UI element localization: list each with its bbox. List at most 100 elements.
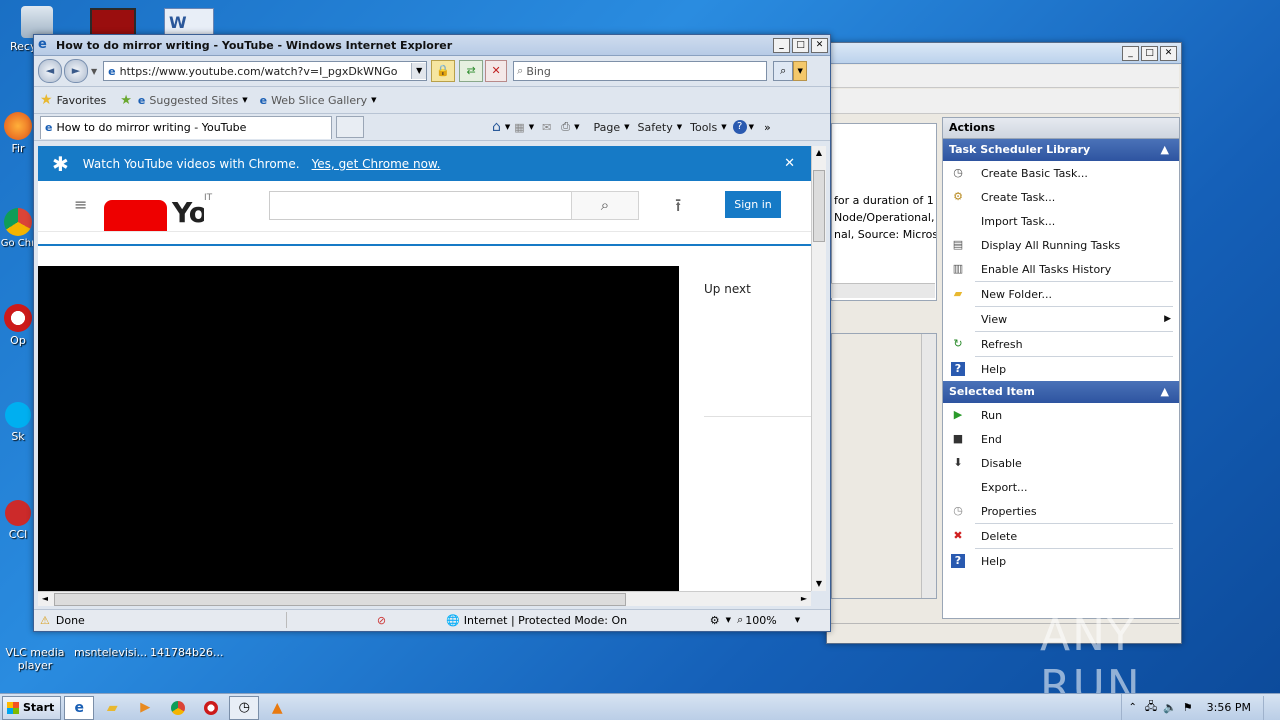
action-import-task[interactable]: Import Task... xyxy=(943,209,1179,233)
zoom-level[interactable]: 100% xyxy=(745,614,776,627)
taskbar-explorer[interactable]: ▰ xyxy=(97,696,127,720)
taskbar-opera[interactable] xyxy=(196,696,226,720)
search-button[interactable]: ⌕ xyxy=(773,61,794,81)
action-help[interactable]: ? Help xyxy=(943,549,1179,573)
action-properties[interactable]: ◷ Properties xyxy=(943,499,1179,523)
maximize-button[interactable]: □ xyxy=(792,37,809,53)
new-tab-button[interactable] xyxy=(336,116,364,138)
tools-menu[interactable]: Tools xyxy=(686,121,721,134)
maximize-button[interactable]: □ xyxy=(1141,45,1158,61)
add-favorite-icon[interactable]: ★ xyxy=(120,93,132,108)
address-dropdown-icon[interactable]: ▼ xyxy=(411,63,427,79)
mail-icon[interactable]: ✉ xyxy=(542,121,551,134)
taskbar-task-scheduler[interactable]: ◷ xyxy=(229,695,260,720)
clock-time[interactable]: 3:56 PM xyxy=(1207,701,1251,714)
address-bar[interactable]: e https://www.youtube.com/watch?v=I_pgxD… xyxy=(103,61,428,81)
action-new-folder[interactable]: ▰ New Folder... xyxy=(943,282,1179,306)
action-enable-all-tasks-history[interactable]: ▥ Enable All Tasks History xyxy=(943,257,1179,281)
scroll-thumb[interactable] xyxy=(813,170,825,242)
home-icon[interactable]: ⌂ xyxy=(492,119,501,135)
more-chevron-icon[interactable]: » xyxy=(764,121,771,134)
horizontal-scrollbar[interactable] xyxy=(831,283,935,298)
search-button[interactable]: ⌕ xyxy=(571,191,639,220)
scroll-thumb[interactable] xyxy=(54,593,626,606)
safety-menu[interactable]: Safety xyxy=(634,121,677,134)
web-slice-gallery-link[interactable]: Web Slice Gallery xyxy=(267,94,371,107)
action-display-all-running-tasks[interactable]: ▤ Display All Running Tasks xyxy=(943,233,1179,257)
minimize-button[interactable]: _ xyxy=(773,37,790,53)
search-options-icon[interactable]: ▼ xyxy=(793,61,808,81)
scroll-down-arrow[interactable]: ▼ xyxy=(812,577,826,591)
close-button[interactable]: ✕ xyxy=(811,37,828,53)
taskbar-media-player[interactable]: ▶ xyxy=(130,696,160,720)
menu-icon[interactable]: ≡ xyxy=(74,195,87,214)
desktop-icon-chrome[interactable]: Go Chr xyxy=(0,208,36,250)
privacy-icon[interactable]: ⊘ xyxy=(377,614,386,627)
tab-active[interactable]: e How to do mirror writing - YouTube xyxy=(40,115,332,139)
vertical-scrollbar[interactable] xyxy=(921,334,936,598)
chevron-down-icon[interactable]: ▼ xyxy=(529,123,534,131)
action-help[interactable]: ? Help xyxy=(943,357,1179,381)
network-icon[interactable]: 🖧 xyxy=(1145,698,1157,717)
chevron-down-icon[interactable]: ▼ xyxy=(91,67,97,76)
video-player[interactable] xyxy=(38,266,679,591)
chevron-down-icon[interactable]: ▼ xyxy=(795,616,800,624)
chevron-down-icon[interactable]: ▼ xyxy=(371,96,376,104)
search-input[interactable] xyxy=(269,191,573,220)
action-end[interactable]: ■ End xyxy=(943,427,1179,451)
desktop-icon-file[interactable]: 141784b26... xyxy=(150,628,223,659)
section-task-scheduler-library[interactable]: Task Scheduler Library ▲ xyxy=(943,139,1179,161)
action-delete[interactable]: ✖ Delete xyxy=(943,524,1179,548)
search-field[interactable]: ⌕ Bing xyxy=(513,61,768,81)
volume-icon[interactable]: 🔈 xyxy=(1163,701,1177,714)
chevron-down-icon[interactable]: ▼ xyxy=(726,616,731,624)
suggested-sites-link[interactable]: Suggested Sites xyxy=(145,94,242,107)
desktop-icon-firefox[interactable]: Fir xyxy=(0,112,36,155)
help-icon[interactable]: ? xyxy=(732,120,747,134)
section-selected-item[interactable]: Selected Item ▲ xyxy=(943,381,1179,403)
action-create-task[interactable]: ⚙ Create Task... xyxy=(943,185,1179,209)
chevron-down-icon[interactable]: ▼ xyxy=(505,123,510,131)
flag-icon[interactable]: ⚑ xyxy=(1183,701,1193,714)
sign-in-button[interactable]: Sign in xyxy=(725,191,781,218)
print-icon[interactable]: ⎙ xyxy=(561,120,570,134)
settings-icon[interactable]: ⚙ xyxy=(710,614,720,627)
stop-button[interactable]: ✕ xyxy=(485,60,508,82)
forward-button[interactable]: ► xyxy=(64,59,88,83)
chevron-down-icon[interactable]: ▼ xyxy=(574,123,579,131)
taskbar-ie[interactable]: e xyxy=(64,695,95,720)
start-button[interactable]: Start xyxy=(2,695,62,720)
close-button[interactable]: ✕ xyxy=(1160,45,1177,61)
back-button[interactable]: ◄ xyxy=(38,59,62,83)
desktop-icon-vlc[interactable]: VLC media player xyxy=(0,628,70,672)
action-refresh[interactable]: ↻ Refresh xyxy=(943,332,1179,356)
taskbar-vlc[interactable]: ▲ xyxy=(262,696,292,720)
action-create-basic-task[interactable]: ◷ Create Basic Task... xyxy=(943,161,1179,185)
taskbar-chrome[interactable] xyxy=(163,696,193,720)
upload-icon[interactable]: ⭱ xyxy=(675,193,681,223)
youtube-logo[interactable]: Yo xyxy=(104,200,204,231)
show-desktop-button[interactable] xyxy=(1263,695,1274,720)
minimize-button[interactable]: _ xyxy=(1122,45,1139,61)
desktop-icon-opera[interactable]: Op xyxy=(0,304,36,347)
action-run[interactable]: ▶ Run xyxy=(943,403,1179,427)
action-export[interactable]: Export... xyxy=(943,475,1179,499)
horizontal-scrollbar[interactable]: ◄ ► xyxy=(38,591,811,606)
vertical-scrollbar[interactable]: ▲ ▼ xyxy=(811,146,826,591)
page-menu[interactable]: Page xyxy=(590,121,625,134)
scroll-left-arrow[interactable]: ◄ xyxy=(38,592,52,606)
desktop-icon-ccleaner[interactable]: CCl xyxy=(0,500,36,541)
feeds-icon[interactable]: ▦ xyxy=(514,121,524,134)
action-disable[interactable]: ⬇ Disable xyxy=(943,451,1179,475)
refresh-button[interactable]: ⇄ xyxy=(459,60,484,82)
get-chrome-link[interactable]: Yes, get Chrome now. xyxy=(312,157,441,171)
desktop-icon-msntelevision[interactable]: msntelevisi... xyxy=(74,628,147,659)
show-hidden-icons[interactable]: ⌃ xyxy=(1128,702,1136,713)
action-view[interactable]: View ▶ xyxy=(943,307,1179,331)
lock-icon[interactable]: 🔒 xyxy=(431,60,456,82)
close-icon[interactable]: ✕ xyxy=(784,156,795,171)
scroll-right-arrow[interactable]: ► xyxy=(797,592,811,606)
scroll-up-arrow[interactable]: ▲ xyxy=(812,146,826,160)
desktop-icon-skype[interactable]: Sk xyxy=(0,402,36,443)
favorites-button[interactable]: Favorites xyxy=(53,94,111,107)
